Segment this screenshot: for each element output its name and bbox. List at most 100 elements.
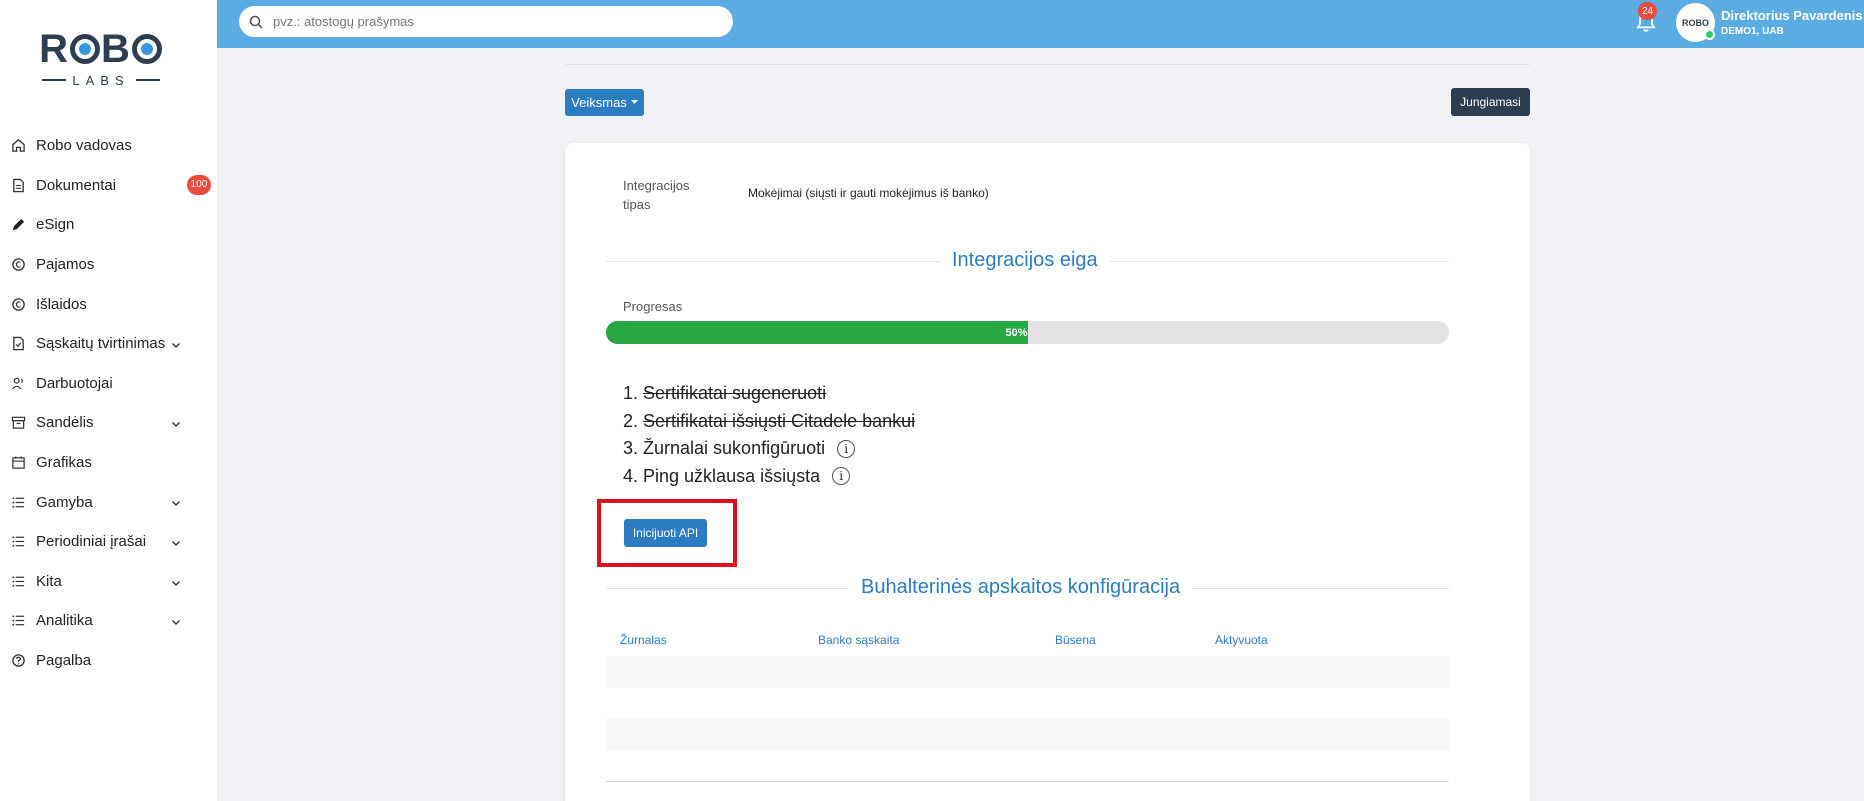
- income-icon: [10, 257, 26, 273]
- sidebar-item-grafikas[interactable]: Grafikas: [0, 443, 217, 483]
- sidebar-item-saskaitu-tvirtinimas[interactable]: Sąskaitų tvirtinimas: [0, 324, 217, 364]
- list-icon: [10, 534, 26, 550]
- list-icon: [10, 494, 26, 510]
- user-company: DEMO1, UAB: [1721, 26, 1784, 37]
- step-item: 4. Ping užklausa išsiųsta i: [623, 463, 915, 491]
- step-number: 3.: [623, 438, 639, 459]
- table-row: [606, 656, 1449, 688]
- step-number: 1.: [623, 383, 639, 404]
- sidebar-item-label: Sąskaitų tvirtinimas: [36, 335, 166, 353]
- user-name[interactable]: Direktorius Pavardenis: [1721, 8, 1863, 23]
- search-box[interactable]: [239, 6, 733, 37]
- connecting-button[interactable]: Jungiamasi: [1451, 88, 1530, 116]
- chevron-down-icon[interactable]: [171, 495, 181, 507]
- sidebar-item-esign[interactable]: eSign: [0, 205, 217, 245]
- sidebar-item-pajamos[interactable]: Pajamos: [0, 245, 217, 285]
- logo-line-right: [135, 79, 160, 81]
- info-icon[interactable]: i: [832, 467, 851, 486]
- chevron-down-icon[interactable]: [171, 416, 181, 428]
- sidebar-nav: Robo vadovas Dokumentai 100 eSign Pajamos Išl…: [0, 126, 217, 680]
- info-icon[interactable]: i: [837, 439, 856, 458]
- top-divider: [565, 64, 1530, 65]
- search-input[interactable]: [273, 14, 713, 29]
- action-dropdown-button[interactable]: Veiksmas: [565, 89, 644, 116]
- sidebar-item-label: Periodiniai įrašai: [36, 533, 147, 551]
- flow-section-title: Integracijos eiga: [940, 249, 1110, 272]
- logo-line-left: [42, 79, 67, 81]
- step-number: 4.: [623, 465, 639, 486]
- step-item: 1. Sertifikatai sugeneruoti: [623, 380, 915, 408]
- robolabs-logo[interactable]: RB LABS: [36, 26, 166, 92]
- sidebar-item-label: Analitika: [36, 612, 93, 630]
- sidebar-item-islaidos[interactable]: Išlaidos: [0, 284, 217, 324]
- logo-o2: [131, 34, 162, 64]
- users-icon: [10, 375, 26, 391]
- pen-icon: [10, 217, 26, 233]
- sidebar-item-label: Pagalba: [36, 652, 92, 670]
- help-icon: [10, 653, 26, 669]
- sidebar-item-analitika[interactable]: Analitika: [0, 601, 217, 641]
- logo-wordmark: RB: [36, 26, 166, 71]
- init-api-button[interactable]: Inicijuoti API: [624, 519, 707, 547]
- logo-r: R: [39, 26, 69, 71]
- sidebar-item-label: Gamyba: [36, 493, 93, 511]
- sidebar-item-label: Grafikas: [36, 454, 92, 472]
- column-header-status[interactable]: Būsena: [1055, 633, 1096, 647]
- step-item: 3. Žurnalai sukonfigūruoti i: [623, 435, 915, 463]
- topbar: 24 ROBO Direktorius Pavardenis DEMO1, UA…: [217, 0, 1864, 48]
- count-badge: 100: [187, 174, 211, 195]
- progress-bar: 50%: [606, 321, 1449, 344]
- action-button-label: Veiksmas: [571, 95, 627, 110]
- list-icon: [10, 613, 26, 629]
- calendar-icon: [10, 455, 26, 471]
- chevron-down-icon[interactable]: [171, 337, 181, 348]
- chevron-down-icon[interactable]: [171, 575, 181, 586]
- list-icon: [10, 573, 26, 589]
- accounting-section-title: Buhalterinės apskaitos konfigūracija: [849, 576, 1193, 599]
- progress-bar-fill: 50%: [606, 321, 1028, 344]
- sidebar-item-gamyba[interactable]: Gamyba: [0, 482, 217, 522]
- progress-label: Progresas: [623, 299, 683, 314]
- step-text: Sertifikatai sugeneruoti: [643, 383, 827, 404]
- sidebar-item-label: Kita: [36, 572, 62, 590]
- sidebar-item-pagalba[interactable]: Pagalba: [0, 641, 217, 681]
- chevron-down-icon[interactable]: [171, 614, 181, 626]
- column-header-activated[interactable]: Aktyvuota: [1215, 633, 1268, 647]
- sidebar-item-sandelis[interactable]: Sandėlis: [0, 403, 217, 443]
- column-header-bank-account[interactable]: Banko sąskaita: [818, 633, 899, 647]
- home-icon: [10, 138, 26, 154]
- progress-text: 50%: [1005, 326, 1028, 339]
- chevron-down-icon[interactable]: [171, 535, 181, 546]
- sidebar-item-kita[interactable]: Kita: [0, 562, 217, 602]
- logo-subtitle: LABS: [36, 70, 166, 90]
- online-status-dot: [1704, 29, 1715, 40]
- sidebar-item-periodiniai-irasai[interactable]: Periodiniai įrašai: [0, 522, 217, 562]
- step-text: Ping užklausa išsiųsta: [643, 465, 821, 486]
- sidebar-item-darbuotojai[interactable]: Darbuotojai: [0, 364, 217, 404]
- sidebar-item-label: Sandėlis: [36, 414, 94, 432]
- sidebar: RB LABS Robo vadovas Dokumentai 100 eSign Pa…: [0, 0, 217, 801]
- sidebar-item-label: eSign: [36, 216, 75, 234]
- notification-badge: 24: [1638, 2, 1657, 20]
- caret-down-icon: [630, 100, 638, 104]
- integration-type-label: Integracijos tipas: [623, 178, 690, 212]
- warehouse-icon: [10, 415, 26, 431]
- logo-b: B: [101, 26, 131, 71]
- logo-o1: [70, 34, 100, 64]
- integration-type-value: Mokėjimai (siųsti ir gauti mokėjimus iš …: [748, 186, 989, 200]
- logo-labs-text: LABS: [72, 72, 130, 88]
- expense-icon: [10, 296, 26, 312]
- document-icon: [10, 177, 26, 193]
- sidebar-item-label: Pajamos: [36, 256, 95, 274]
- step-item: 2. Sertifikatai išsiųsti Citadele bankui: [623, 408, 915, 436]
- step-number: 2.: [623, 410, 639, 431]
- sidebar-item-dokumentai[interactable]: Dokumentai 100: [0, 166, 217, 206]
- invoice-check-icon: [10, 336, 26, 352]
- sidebar-item-label: Robo vadovas: [36, 137, 132, 155]
- column-header-journal[interactable]: Žurnalas: [620, 633, 667, 647]
- step-text: Žurnalai sukonfigūruoti: [643, 438, 826, 459]
- sidebar-item-label: Darbuotojai: [36, 374, 113, 392]
- sidebar-item-label: Išlaidos: [36, 295, 87, 313]
- table-row: [606, 719, 1449, 751]
- sidebar-item-robo-vadovas[interactable]: Robo vadovas: [0, 126, 217, 166]
